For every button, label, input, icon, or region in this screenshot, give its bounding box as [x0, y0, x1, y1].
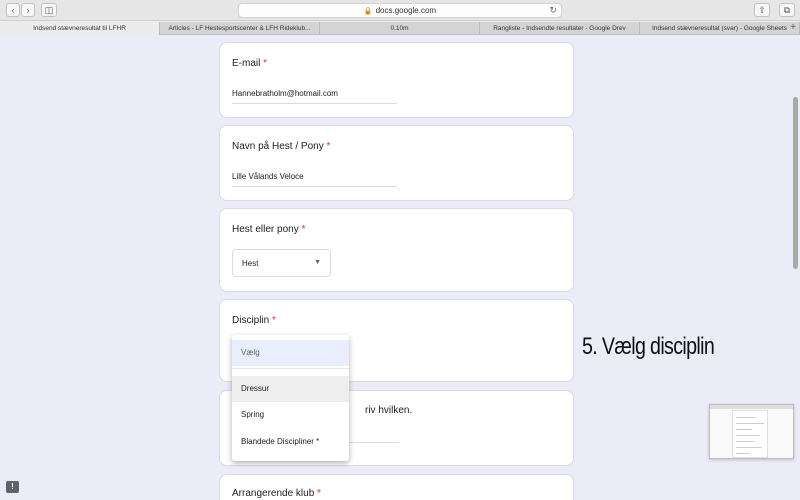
- reload-icon[interactable]: ↻: [549, 4, 557, 17]
- thumbnail-line: [736, 429, 752, 430]
- required-mark: *: [326, 141, 331, 152]
- organizer-label: Arrangerende klub: [232, 488, 315, 499]
- horse-name-field[interactable]: Lille Vålands Veloce: [232, 172, 397, 187]
- tab-indsend-staevneresultat[interactable]: Indsend stævneresultat til LFHR: [0, 22, 160, 35]
- thumbnail-page: [732, 410, 768, 458]
- page-scrollbar[interactable]: [793, 97, 798, 269]
- next-question-fragment: riv hvilken.: [365, 405, 413, 416]
- option-blandede-discipliner[interactable]: Blandede Discipliner *: [232, 429, 349, 455]
- feedback-icon: !: [11, 482, 14, 491]
- email-card: E-mail * Hannebratholm@hotmail.com: [219, 42, 574, 118]
- chevron-left-icon: ‹: [11, 5, 15, 15]
- back-button[interactable]: ‹: [6, 3, 20, 17]
- sidebar-icon: ◫: [44, 5, 54, 15]
- organizer-card: Arrangerende klub *: [219, 474, 574, 500]
- email-label: E-mail: [232, 58, 261, 69]
- tab-rangliste[interactable]: Rangliste - Indsendte resultater - Googl…: [480, 22, 640, 35]
- lock-icon: 🔒: [363, 8, 373, 15]
- address-bar[interactable]: 🔒 docs.google.com ↻: [238, 3, 562, 18]
- horse-name-card: Navn på Hest / Pony * Lille Vålands Velo…: [219, 125, 574, 201]
- email-field[interactable]: Hannebratholm@hotmail.com: [232, 89, 397, 104]
- chevron-right-icon: ›: [26, 5, 30, 15]
- url-text: docs.google.com: [375, 6, 437, 15]
- browser-toolbar: ‹ › ◫ 🔒 docs.google.com ↻ ⇧ ⧉: [0, 0, 800, 21]
- organizer-question: Arrangerende klub *: [232, 488, 321, 499]
- tab-sheets-svar[interactable]: Indsend stævneresultat (svar) - Google S…: [640, 22, 800, 35]
- share-icon: ⇧: [758, 5, 766, 15]
- tab-010m[interactable]: 0.10m: [320, 22, 480, 35]
- horse-name-label: Navn på Hest / Pony: [232, 141, 324, 152]
- option-placeholder[interactable]: Vælg: [232, 340, 349, 366]
- email-question: E-mail *: [232, 58, 267, 69]
- thumbnail-line: [736, 423, 764, 424]
- thumbnail-toolbar: [710, 405, 793, 409]
- option-spring[interactable]: Spring: [232, 402, 349, 428]
- caret-down-icon: ▼: [314, 259, 321, 266]
- tab-strip: Indsend stævneresultat til LFHR Articles…: [0, 22, 800, 35]
- discipline-dropdown-menu: Vælg Dressur Spring Blandede Discipliner…: [232, 335, 349, 461]
- required-mark: *: [301, 224, 306, 235]
- discipline-question: Disciplin *: [232, 315, 276, 326]
- thumbnail-line: [736, 447, 762, 448]
- horse-or-pony-select[interactable]: Hest ▼: [232, 249, 331, 277]
- share-button[interactable]: ⇧: [754, 3, 770, 17]
- discipline-label: Disciplin: [232, 315, 270, 326]
- required-mark: *: [272, 315, 276, 326]
- menu-divider: [232, 368, 349, 369]
- feedback-button[interactable]: !: [6, 481, 19, 493]
- tabs-overview-button[interactable]: ⧉: [779, 3, 795, 17]
- option-dressur[interactable]: Dressur: [232, 376, 349, 402]
- horse-or-pony-label: Hest eller pony: [232, 224, 299, 235]
- new-tab-button[interactable]: +: [788, 22, 798, 35]
- tabs-icon: ⧉: [783, 5, 791, 15]
- tutorial-caption: 5. Vælg disciplin: [582, 333, 715, 360]
- horse-or-pony-card: Hest eller pony * Hest ▼: [219, 208, 574, 292]
- screenshot-thumbnail[interactable]: [709, 404, 794, 459]
- thumbnail-line: [736, 453, 750, 454]
- horse-name-question: Navn på Hest / Pony *: [232, 141, 330, 152]
- thumbnail-line: [736, 417, 756, 418]
- required-mark: *: [263, 58, 268, 69]
- horse-or-pony-question: Hest eller pony *: [232, 224, 305, 235]
- thumbnail-line: [736, 441, 754, 442]
- sidebar-button[interactable]: ◫: [41, 3, 57, 17]
- required-mark: *: [317, 488, 321, 499]
- forward-button[interactable]: ›: [21, 3, 35, 17]
- select-value: Hest: [242, 259, 259, 268]
- tab-articles[interactable]: Articles - LF Hestesportscenter & LFH Ri…: [160, 22, 320, 35]
- thumbnail-line: [736, 435, 760, 436]
